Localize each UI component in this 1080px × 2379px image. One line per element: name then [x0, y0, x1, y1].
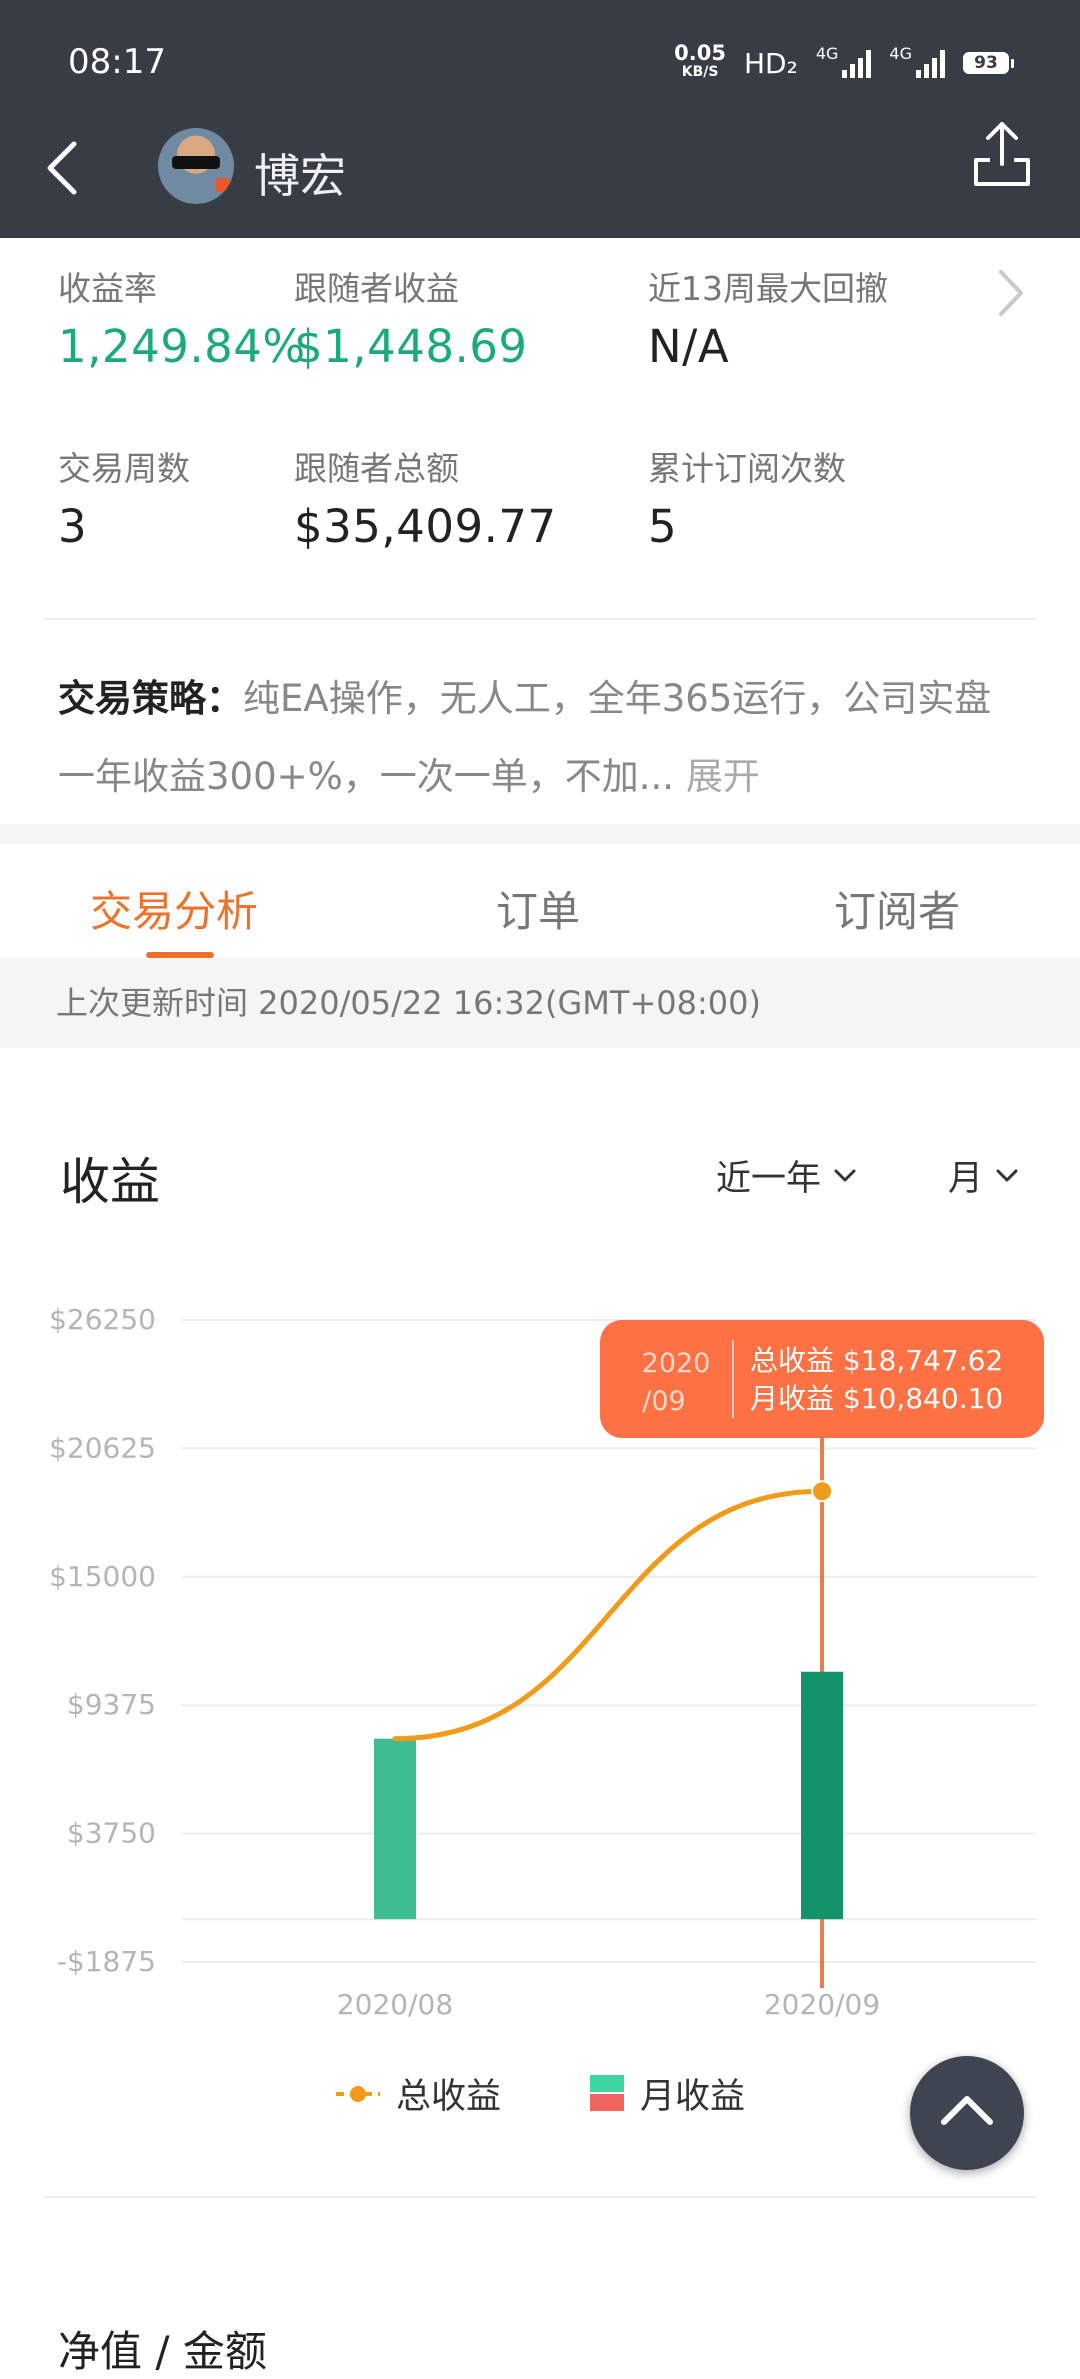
- scroll-to-top-button[interactable]: [910, 2056, 1024, 2170]
- follower-profit-label: 跟随者收益: [294, 269, 459, 308]
- stat-subscriptions: 累计订阅次数 5: [648, 442, 846, 553]
- period-dropdown[interactable]: 月: [948, 1150, 1019, 1201]
- status-icons: 0.05 KB/S HD₂ 4G 4G 93: [674, 41, 1014, 82]
- legend-label-monthly: 月收益: [640, 2077, 746, 2117]
- avatar[interactable]: [158, 128, 234, 204]
- battery-icon: 93: [963, 52, 1014, 74]
- tooltip-monthly-profit: 月收益 $10,840.10: [750, 1382, 1003, 1415]
- period-dropdown-label: 月: [948, 1159, 984, 1199]
- stat-max-drawdown: 近13周最大回撤 N/A: [648, 262, 888, 373]
- tooltip-date-year: 2020: [642, 1348, 711, 1379]
- chevron-down-icon: [834, 1169, 856, 1181]
- legend-line-marker-icon: [336, 2085, 380, 2102]
- stat-follower-total: 跟随者总额 $35,409.77: [294, 442, 557, 553]
- trade-weeks-label: 交易周数: [58, 449, 190, 488]
- strategy-label: 交易策略：: [58, 677, 243, 720]
- tooltip-box: [600, 1320, 1044, 1438]
- trader-name: 博宏: [254, 149, 346, 203]
- signal-icon: [842, 48, 872, 78]
- max-drawdown-value: N/A: [648, 320, 730, 373]
- network-type-1: 4G: [815, 44, 839, 63]
- network-type-2: 4G: [889, 44, 912, 63]
- update-time-bar: 上次更新时间 2020/05/22 16:32(GMT+08:00): [0, 958, 1080, 1048]
- follower-profit-value: $1,448.69: [294, 320, 528, 373]
- network-speed-unit: KB/S: [681, 64, 719, 80]
- x-tick-label: 2020/08: [337, 1988, 453, 2021]
- total-profit-point: [811, 1480, 833, 1503]
- legend-bar-marker-icon: [590, 2074, 624, 2111]
- network-speed-value: 0.05: [674, 41, 726, 65]
- legend-item-monthly: 月收益: [590, 2068, 745, 2119]
- battery-level: 93: [963, 52, 1009, 74]
- total-profit-line: [392, 1488, 825, 1742]
- max-drawdown-label: 近13周最大回撤: [648, 269, 888, 308]
- divider: [44, 618, 1036, 620]
- tab-orders[interactable]: 订单: [496, 878, 580, 939]
- y-tick-label: $20625: [49, 1431, 156, 1464]
- section-title: 收益: [60, 1153, 160, 1211]
- network-speed: 0.05 KB/S: [674, 41, 726, 82]
- legend-item-total: 总收益: [334, 2068, 501, 2119]
- y-tick-label: $15000: [49, 1560, 156, 1593]
- return-rate-label: 收益率: [58, 269, 157, 308]
- strategy-text: 交易策略：纯EA操作，无人工，全年365运行，公司实盘一年收益300+%，一次一…: [58, 660, 1028, 816]
- x-tick-label: 2020/09: [764, 1988, 880, 2021]
- y-tick-label: $26250: [49, 1303, 156, 1336]
- monthly-profit-bar: [801, 1671, 843, 1920]
- update-time-text: 上次更新时间 2020/05/22 16:32(GMT+08:00): [56, 984, 761, 1022]
- tooltip-total-profit: 总收益 $18,747.62: [750, 1344, 1003, 1377]
- chevron-up-icon: [941, 2096, 993, 2125]
- y-tick-label: $9375: [67, 1688, 156, 1721]
- stat-return-rate: 收益率 1,249.84%: [58, 262, 306, 373]
- status-time: 08:17: [68, 42, 166, 82]
- tooltip-date-month: /09: [642, 1386, 685, 1417]
- divider: [44, 2196, 1036, 2198]
- tab-subscribers[interactable]: 订阅者: [834, 878, 960, 939]
- share-icon[interactable]: [970, 118, 1034, 188]
- subscriptions-label: 累计订阅次数: [648, 449, 846, 488]
- signal-icon-2: [916, 48, 945, 78]
- back-arrow-icon[interactable]: [36, 138, 96, 198]
- bottom-section-title: 净值 / 金额: [58, 2327, 267, 2376]
- stats-panel: 收益率 1,249.84% 跟随者收益 $1,448.69 近13周最大回撤 N…: [0, 238, 1080, 620]
- chevron-down-icon: [996, 1169, 1018, 1181]
- y-tick-label: $3750: [67, 1817, 156, 1850]
- follower-total-label: 跟随者总额: [294, 449, 459, 488]
- range-dropdown[interactable]: 近一年: [716, 1150, 857, 1201]
- range-dropdown-label: 近一年: [716, 1159, 822, 1199]
- follower-total-value: $35,409.77: [294, 500, 557, 553]
- section-gap: [0, 824, 1080, 844]
- expand-link[interactable]: 展开: [686, 755, 760, 798]
- trade-weeks-value: 3: [58, 500, 88, 553]
- tab-bar: 交易分析 订单 订阅者: [0, 844, 1080, 958]
- legend-label-total: 总收益: [396, 2077, 502, 2117]
- tab-trade-analysis[interactable]: 交易分析: [90, 878, 258, 939]
- return-rate-value: 1,249.84%: [58, 320, 306, 373]
- hd-icon: HD₂: [744, 46, 798, 80]
- subscriptions-value: 5: [648, 500, 678, 553]
- stat-trade-weeks: 交易周数 3: [58, 442, 190, 553]
- chevron-right-icon[interactable]: [995, 268, 1025, 318]
- stat-follower-profit: 跟随者收益 $1,448.69: [294, 262, 528, 373]
- profit-chart[interactable]: $26250 $20625 $15000 $9375 $3750 -$1875 2020/0…: [0, 1290, 1080, 2030]
- y-tick-label: -$1875: [57, 1945, 156, 1978]
- app-header: 08:17 0.05 KB/S HD₂ 4G 4G 93 博宏: [0, 0, 1080, 238]
- monthly-profit-bar: [374, 1738, 416, 1920]
